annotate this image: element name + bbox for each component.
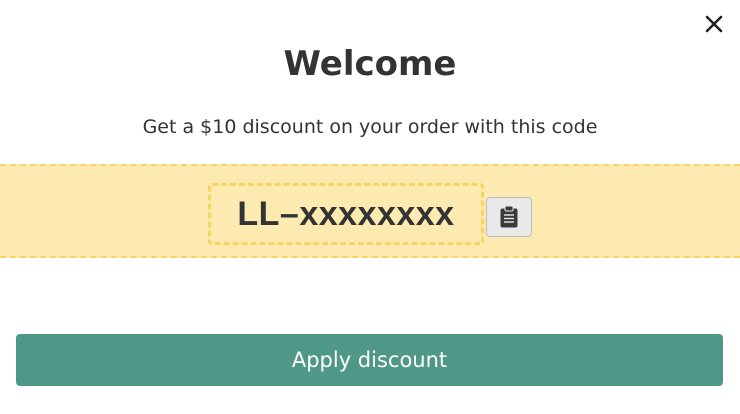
close-button[interactable] xyxy=(700,10,728,38)
discount-code-box: LL–xxxxxxxx xyxy=(208,183,484,245)
apply-discount-button[interactable]: Apply discount xyxy=(16,334,723,386)
discount-code[interactable]: LL–xxxxxxxx xyxy=(237,195,454,234)
close-icon xyxy=(705,15,723,33)
copy-code-button[interactable] xyxy=(486,197,532,237)
discount-modal: Welcome Get a $10 discount on your order… xyxy=(0,0,740,414)
modal-title: Welcome xyxy=(283,44,457,84)
discount-code-band: LL–xxxxxxxx xyxy=(0,164,740,258)
clipboard-icon xyxy=(500,205,518,228)
modal-subtitle: Get a $10 discount on your order with th… xyxy=(142,116,598,138)
